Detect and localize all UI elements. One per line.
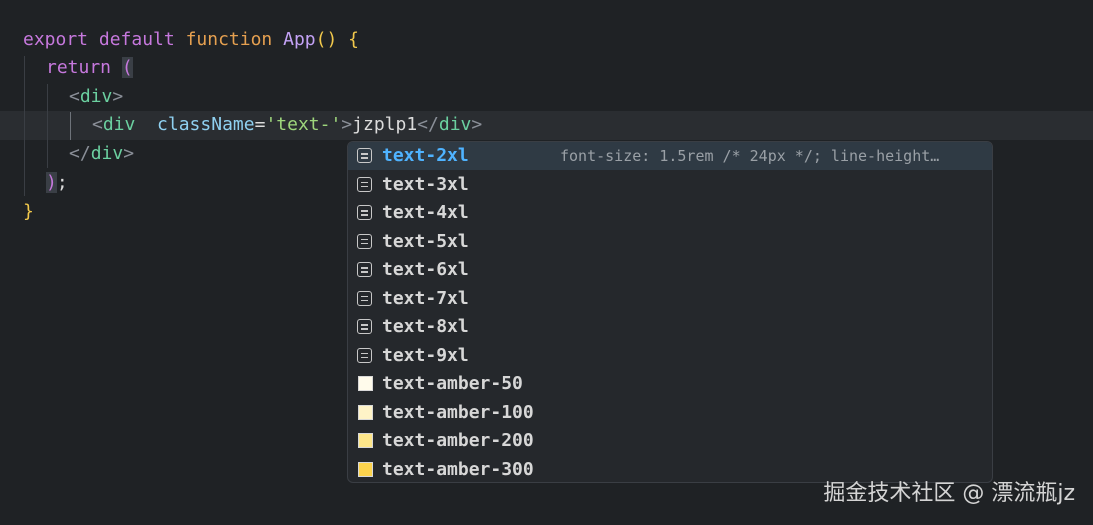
suggestion-label-rest: 7xl	[436, 287, 469, 309]
text-property-icon	[357, 262, 372, 277]
suggestion-item[interactable]: text-amber-200	[348, 427, 992, 455]
suggestion-item[interactable]: text-7xl	[348, 285, 992, 313]
tag-name: div	[438, 114, 472, 135]
code-line-2[interactable]: return (	[46, 54, 133, 82]
watermark: 掘金技术社区 @ 漂流瓶jz	[823, 481, 1075, 506]
code-line-1[interactable]: export default function App() {	[23, 26, 359, 54]
suggestion-label: text-amber-200	[382, 427, 534, 455]
keyword: export	[23, 29, 89, 50]
suggestion-label-rest: 9xl	[436, 344, 469, 366]
paren: (	[121, 57, 133, 78]
suggestion-item[interactable]: text-9xl	[348, 342, 992, 370]
tag-bracket: <	[92, 114, 103, 135]
tag-bracket: >	[341, 114, 353, 135]
brace: {	[348, 29, 360, 50]
suggestion-label: text-6xl	[382, 256, 469, 284]
text-content: jzplp1	[352, 114, 418, 135]
suggestion-label-rest: amber-100	[436, 401, 534, 423]
text-property-icon	[357, 205, 372, 220]
text-property-icon	[357, 176, 372, 192]
suggestion-item[interactable]: text-amber-50	[348, 370, 992, 398]
suggestion-label-prefix: text-	[382, 430, 437, 451]
suggestion-item[interactable]: text-amber-100	[348, 399, 992, 427]
paren: )	[46, 172, 57, 193]
suggestion-item[interactable]: text-6xl	[348, 256, 992, 284]
text-property-icon	[357, 347, 372, 363]
attribute-name: className	[157, 114, 255, 135]
parens: ()	[315, 29, 338, 50]
suggestion-item[interactable]: text-3xl	[348, 171, 992, 199]
suggestion-label-prefix: text-	[382, 287, 437, 309]
suggestion-label: text-4xl	[382, 199, 469, 227]
function-name: App	[283, 29, 316, 50]
tag-bracket: <	[69, 86, 80, 107]
code-line-5[interactable]: </div>	[69, 140, 134, 168]
suggestion-item[interactable]: text-2xl font-size: 1.5rem /* 24px */; li…	[348, 142, 992, 170]
tag-bracket: </	[417, 114, 439, 135]
suggestion-label-prefix: text-	[382, 373, 437, 394]
suggestion-item[interactable]: text-4xl	[348, 199, 992, 227]
keyword: function	[185, 29, 273, 50]
indent-guide	[24, 56, 25, 196]
suggestion-label: text-amber-100	[382, 399, 534, 427]
suggestion-label-rest: 3xl	[436, 173, 469, 195]
attribute-value: 'text-'	[265, 114, 342, 135]
code-line-3[interactable]: <div>	[69, 83, 123, 111]
text-property-icon	[357, 319, 372, 334]
autocomplete-popup[interactable]: text-2xl font-size: 1.5rem /* 24px */; li…	[347, 141, 993, 483]
code-line-4[interactable]: <div className='text-'>jzplp1</div>	[92, 111, 482, 139]
tag-name: div	[79, 86, 113, 107]
suggestion-label-rest: 2xl	[436, 145, 469, 166]
tag-bracket: >	[123, 143, 135, 164]
suggestion-label-prefix: text-	[382, 173, 437, 195]
suggestion-label: text-amber-300	[382, 456, 534, 483]
tag-bracket: </	[69, 143, 91, 164]
equals: =	[254, 114, 266, 135]
suggestion-label-prefix: text-	[382, 401, 437, 423]
suggestion-label-rest: 8xl	[436, 316, 469, 337]
suggestion-label: text-3xl	[382, 171, 469, 199]
code-line-6[interactable]: );	[46, 169, 68, 197]
suggestion-label-prefix: text-	[382, 316, 437, 337]
suggestion-label: text-7xl	[382, 285, 469, 313]
suggestion-label-rest: 4xl	[436, 202, 469, 223]
keyword: default	[98, 29, 175, 50]
suggestion-label: text-amber-50	[382, 370, 523, 398]
suggestion-label-prefix: text-	[382, 202, 437, 223]
suggestion-label: text-8xl	[382, 313, 469, 341]
suggestion-label-prefix: text-	[382, 259, 437, 280]
color-swatch-icon	[358, 404, 373, 420]
text-property-icon	[357, 290, 372, 306]
text-property-icon	[357, 233, 372, 249]
tag-bracket: >	[471, 114, 483, 135]
keyword: return	[46, 57, 112, 78]
indent-guide-active	[70, 112, 71, 140]
tag-name: div	[90, 143, 124, 164]
tag-name: div	[102, 114, 136, 135]
suggestion-label-prefix: text-	[382, 344, 437, 366]
semicolon: ;	[56, 172, 68, 193]
color-swatch-icon	[358, 461, 373, 477]
suggestion-item[interactable]: text-8xl	[348, 313, 992, 341]
text-property-icon	[357, 148, 372, 163]
suggestion-label-rest: amber-200	[436, 430, 534, 451]
suggestion-label-prefix: text-	[382, 230, 437, 252]
suggestion-item[interactable]: text-5xl	[348, 228, 992, 256]
suggestion-label-prefix: text-	[382, 458, 437, 480]
suggestion-label-prefix: text-	[382, 145, 437, 166]
suggestion-label: text-2xl	[382, 142, 469, 170]
color-swatch-icon	[358, 376, 373, 391]
brace: }	[23, 201, 34, 222]
suggestion-label: text-9xl	[382, 342, 469, 370]
indent-guide	[47, 84, 48, 168]
code-line-7[interactable]: }	[23, 198, 34, 226]
tag-bracket: >	[112, 86, 124, 107]
suggestion-label-rest: amber-300	[436, 458, 534, 480]
suggestion-label-rest: 6xl	[436, 259, 469, 280]
color-swatch-icon	[358, 433, 373, 448]
suggestion-label: text-5xl	[382, 228, 469, 256]
suggestion-label-rest: 5xl	[436, 230, 469, 252]
suggestion-detail: font-size: 1.5rem /* 24px */; line-heigh…	[560, 147, 940, 165]
suggestion-label-rest: amber-50	[436, 373, 523, 394]
